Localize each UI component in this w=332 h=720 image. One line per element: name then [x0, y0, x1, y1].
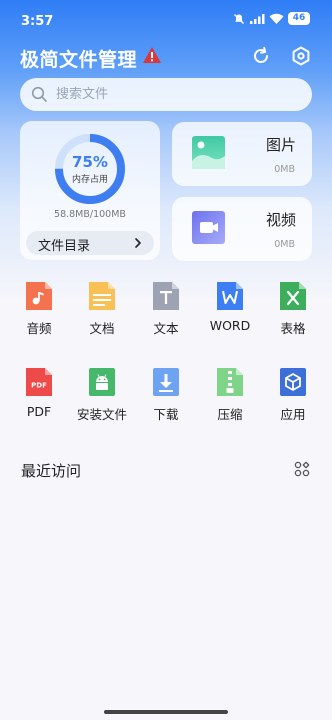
mute-icon: [234, 13, 244, 24]
refresh-icon[interactable]: [250, 45, 272, 67]
settings-hex-icon[interactable]: [290, 45, 312, 67]
android-apk-icon: [89, 368, 115, 396]
word-file-icon: [217, 282, 243, 310]
image-icon: [192, 136, 225, 169]
signal-icon: [250, 13, 265, 24]
videos-size: 0MB: [274, 239, 295, 250]
category-text[interactable]: 文本: [134, 282, 198, 342]
category-label: 安装文件: [76, 407, 127, 422]
zip-file-icon: [217, 368, 243, 396]
storage-size: 58.8MB/100MB: [54, 209, 126, 220]
category-label: WORD: [209, 318, 251, 333]
excel-file-icon: [280, 282, 306, 310]
pdf-file-icon: PDF: [26, 368, 52, 396]
category-document[interactable]: 文档: [70, 282, 134, 342]
svg-text:PDF: PDF: [31, 382, 47, 390]
videos-title: 视频: [265, 211, 296, 229]
audio-file-icon: [26, 282, 52, 310]
category-label: 应用: [280, 407, 306, 422]
recent-section-title: 最近访问: [21, 462, 82, 480]
category-label: 表格: [280, 321, 306, 336]
category-apk[interactable]: 安装文件: [70, 368, 134, 428]
images-title: 图片: [265, 136, 296, 154]
storage-percent: 75%: [72, 153, 108, 171]
chevron-right-icon: [135, 238, 141, 248]
category-label: PDF: [26, 404, 52, 419]
status-bar: 3:57 46: [0, 0, 332, 40]
video-icon: [192, 211, 225, 244]
file-directory-label: 文件目录: [38, 239, 91, 254]
home-indicator[interactable]: [104, 710, 228, 714]
page-title: 极简文件管理: [20, 49, 138, 71]
text-file-icon: [153, 282, 179, 310]
images-size: 0MB: [274, 164, 295, 175]
category-label: 音频: [26, 321, 52, 336]
category-pdf[interactable]: PDF PDF: [7, 368, 71, 428]
search-icon: [31, 86, 47, 102]
category-label: 文档: [89, 321, 115, 336]
category-apps[interactable]: 应用: [261, 368, 325, 428]
images-card[interactable]: 图片 0MB: [172, 122, 312, 186]
file-directory-button[interactable]: 文件目录: [26, 231, 154, 255]
category-download[interactable]: 下载: [134, 368, 198, 428]
download-icon: [153, 368, 179, 396]
status-icons: 46: [233, 12, 310, 25]
category-label: 压缩: [217, 407, 243, 422]
search-bar[interactable]: [20, 78, 312, 111]
category-word[interactable]: WORD: [198, 282, 262, 342]
grid-layout-icon[interactable]: [294, 461, 310, 477]
document-file-icon: [89, 282, 115, 310]
category-audio[interactable]: 音频: [7, 282, 71, 342]
category-label: 文本: [153, 321, 179, 336]
storage-label: 内存占用: [71, 175, 108, 185]
category-zip[interactable]: 压缩: [198, 368, 262, 428]
app-header: 极简文件管理: [20, 44, 312, 71]
app-cube-icon: [280, 368, 306, 396]
videos-card[interactable]: 视频 0MB: [172, 197, 312, 261]
category-excel[interactable]: 表格: [261, 282, 325, 342]
storage-card[interactable]: 75% 内存占用 58.8MB/100MB 文件目录: [20, 121, 160, 260]
battery-icon: 46: [288, 12, 310, 25]
category-label: 下载: [153, 407, 179, 422]
warning-icon[interactable]: [142, 46, 162, 64]
wifi-icon: [269, 13, 284, 24]
search-input[interactable]: [56, 78, 296, 111]
status-time: 3:57: [21, 14, 54, 29]
